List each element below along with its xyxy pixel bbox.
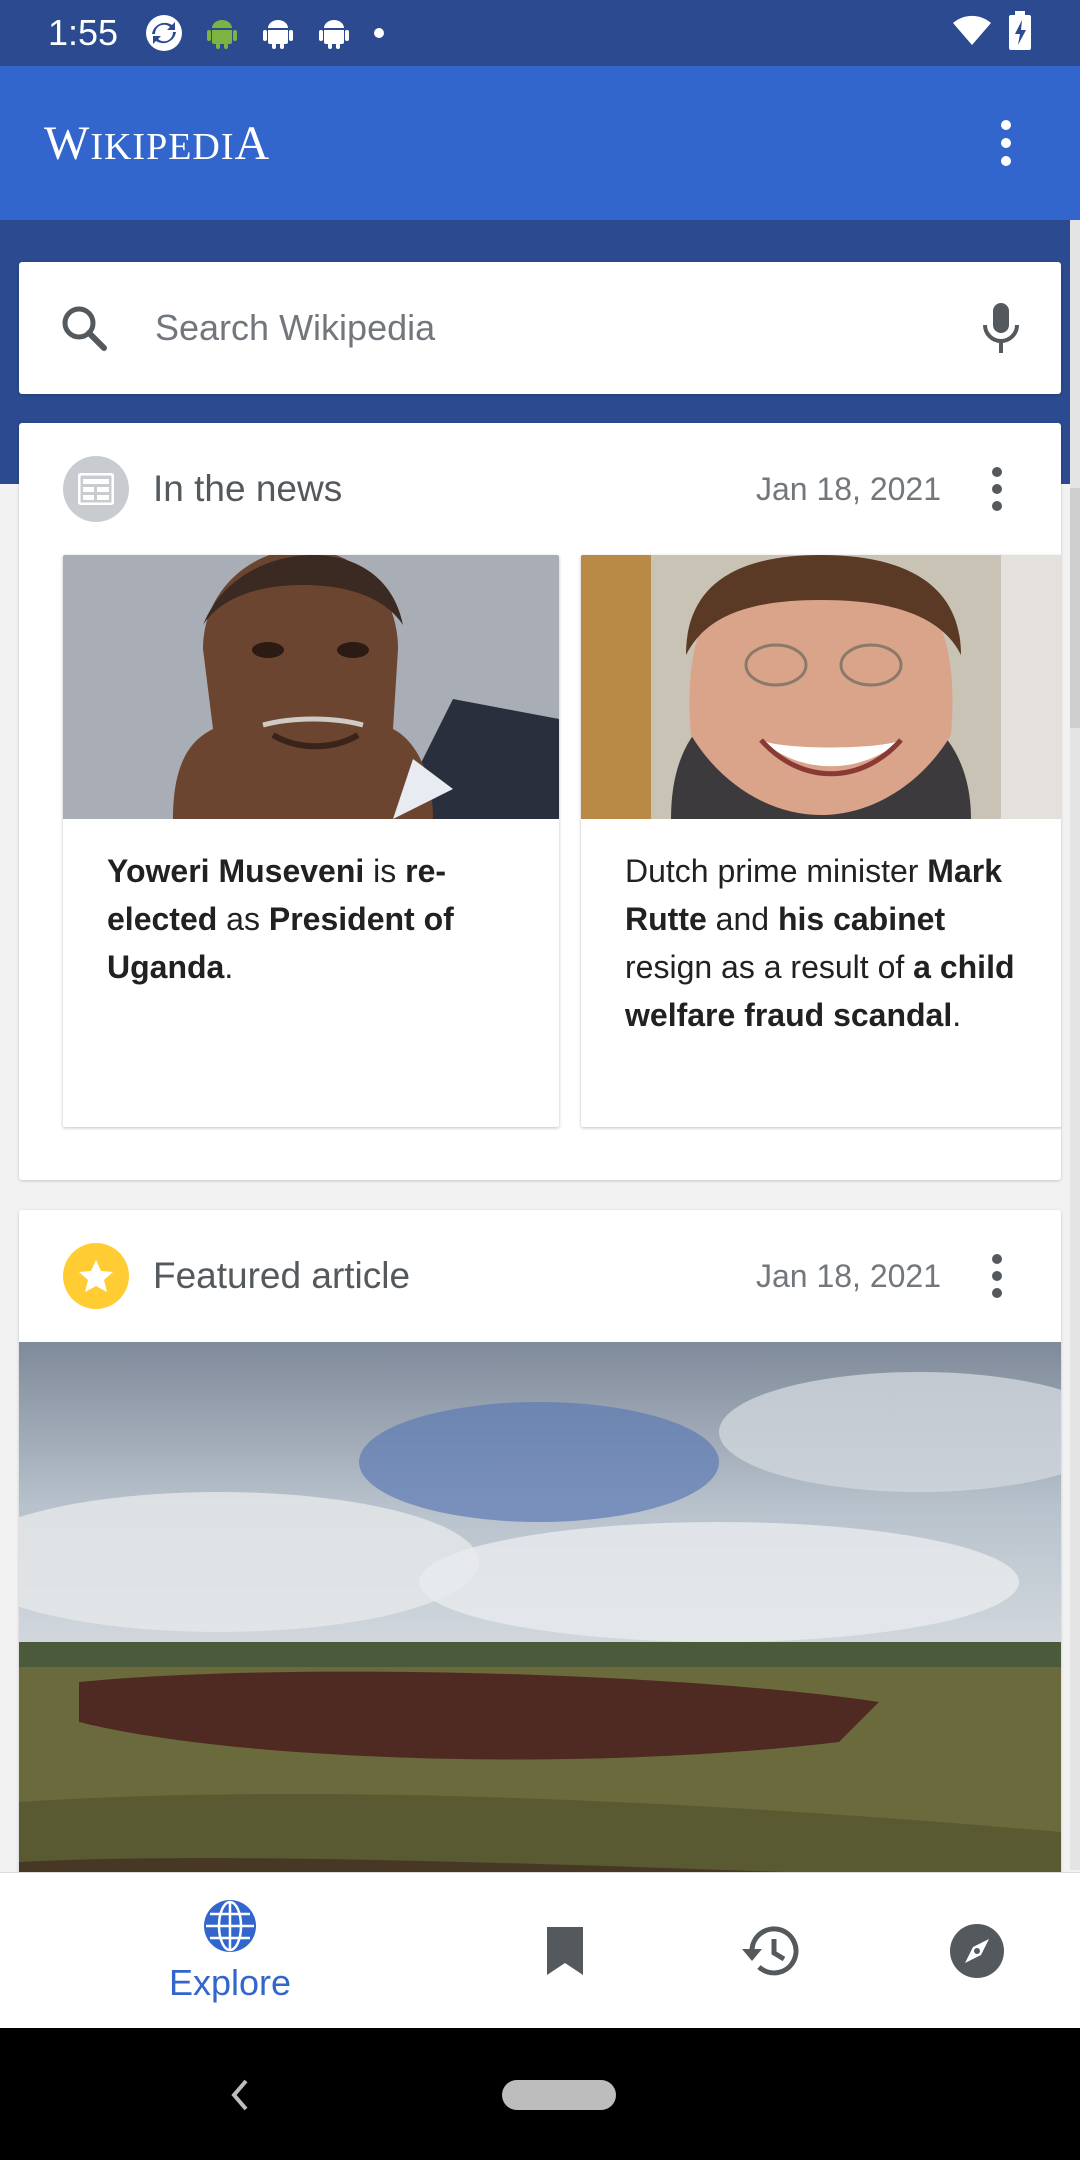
nav-history[interactable] — [730, 1873, 810, 2029]
news-item-text: Yoweri Museveni is re-elected as Preside… — [107, 853, 454, 985]
news-item[interactable]: Dutch prime minister Mark Rutte and his … — [581, 555, 1061, 1127]
logo-letter-a: A — [234, 116, 271, 170]
news-card-menu-button[interactable] — [977, 466, 1017, 512]
nav-explore-label: Explore — [168, 1962, 292, 2003]
more-vert-icon — [992, 467, 1002, 511]
globe-icon — [204, 1900, 256, 1952]
featured-card-date: Jan 18, 2021 — [755, 1257, 941, 1294]
news-card-title: In the news — [153, 468, 343, 509]
status-time: 1:55 — [48, 12, 119, 53]
sync-icon — [144, 13, 184, 53]
history-icon — [742, 1926, 799, 1976]
logo-letter-w: W — [44, 116, 91, 170]
system-status-icons — [952, 10, 1032, 56]
bottom-navigation: Explore — [0, 1872, 1080, 2028]
scrollbar-thumb[interactable] — [1070, 488, 1080, 728]
android-green-icon — [204, 15, 240, 51]
news-item-text: Dutch prime minister Mark Rutte and his … — [625, 853, 1015, 1033]
featured-card-header: Featured article Jan 18, 2021 — [19, 1210, 1061, 1342]
news-card-date: Jan 18, 2021 — [755, 470, 941, 507]
more-vert-icon — [1001, 120, 1011, 166]
more-vert-icon — [992, 1254, 1002, 1298]
search-input[interactable]: Search Wikipedia — [155, 307, 435, 349]
wifi-icon — [952, 15, 992, 52]
bookmark-icon — [547, 1927, 583, 1975]
compass-icon — [950, 1924, 1004, 1978]
news-card-header: In the news Jan 18, 2021 — [19, 423, 1061, 555]
featured-article-card[interactable]: Featured article Jan 18, 2021 — [19, 1210, 1061, 1910]
in-the-news-card: In the news Jan 18, 2021 Yoweri Museveni… — [19, 423, 1061, 1180]
notification-icons — [144, 13, 386, 53]
news-item[interactable]: Yoweri Museveni is re-elected as Preside… — [63, 555, 559, 1127]
system-back-button[interactable] — [226, 2075, 252, 2120]
logo-middle: IKIPEDI — [90, 125, 235, 168]
scrollbar[interactable] — [1070, 220, 1080, 1870]
app-bar: WIKIPEDIA — [0, 66, 1080, 220]
news-icon — [63, 456, 129, 522]
voice-search-button[interactable] — [981, 301, 1021, 355]
search-bar[interactable]: Search Wikipedia — [19, 262, 1061, 394]
battery-charging-icon — [1008, 10, 1032, 56]
microphone-icon — [983, 303, 1019, 353]
featured-card-menu-button[interactable] — [977, 1253, 1017, 1299]
featured-card-title: Featured article — [153, 1255, 411, 1296]
android-white-icon — [260, 15, 296, 51]
system-home-button[interactable] — [502, 2080, 616, 2110]
news-image-rutte — [581, 555, 1061, 819]
android-white-icon — [316, 15, 352, 51]
status-bar: 1:55 — [0, 0, 1080, 66]
wikipedia-logo: WIKIPEDIA — [44, 116, 270, 171]
search-icon — [62, 306, 107, 351]
nav-nearby[interactable] — [937, 1873, 1017, 2029]
back-chevron-icon — [231, 2079, 248, 2111]
nav-saved[interactable] — [525, 1873, 605, 2029]
overflow-menu-button[interactable] — [976, 113, 1036, 173]
featured-article-image — [19, 1342, 1061, 1910]
news-image-museveni — [63, 555, 559, 819]
dot-icon — [372, 26, 386, 40]
nav-explore[interactable]: Explore — [150, 1873, 310, 2029]
star-icon — [63, 1243, 129, 1309]
